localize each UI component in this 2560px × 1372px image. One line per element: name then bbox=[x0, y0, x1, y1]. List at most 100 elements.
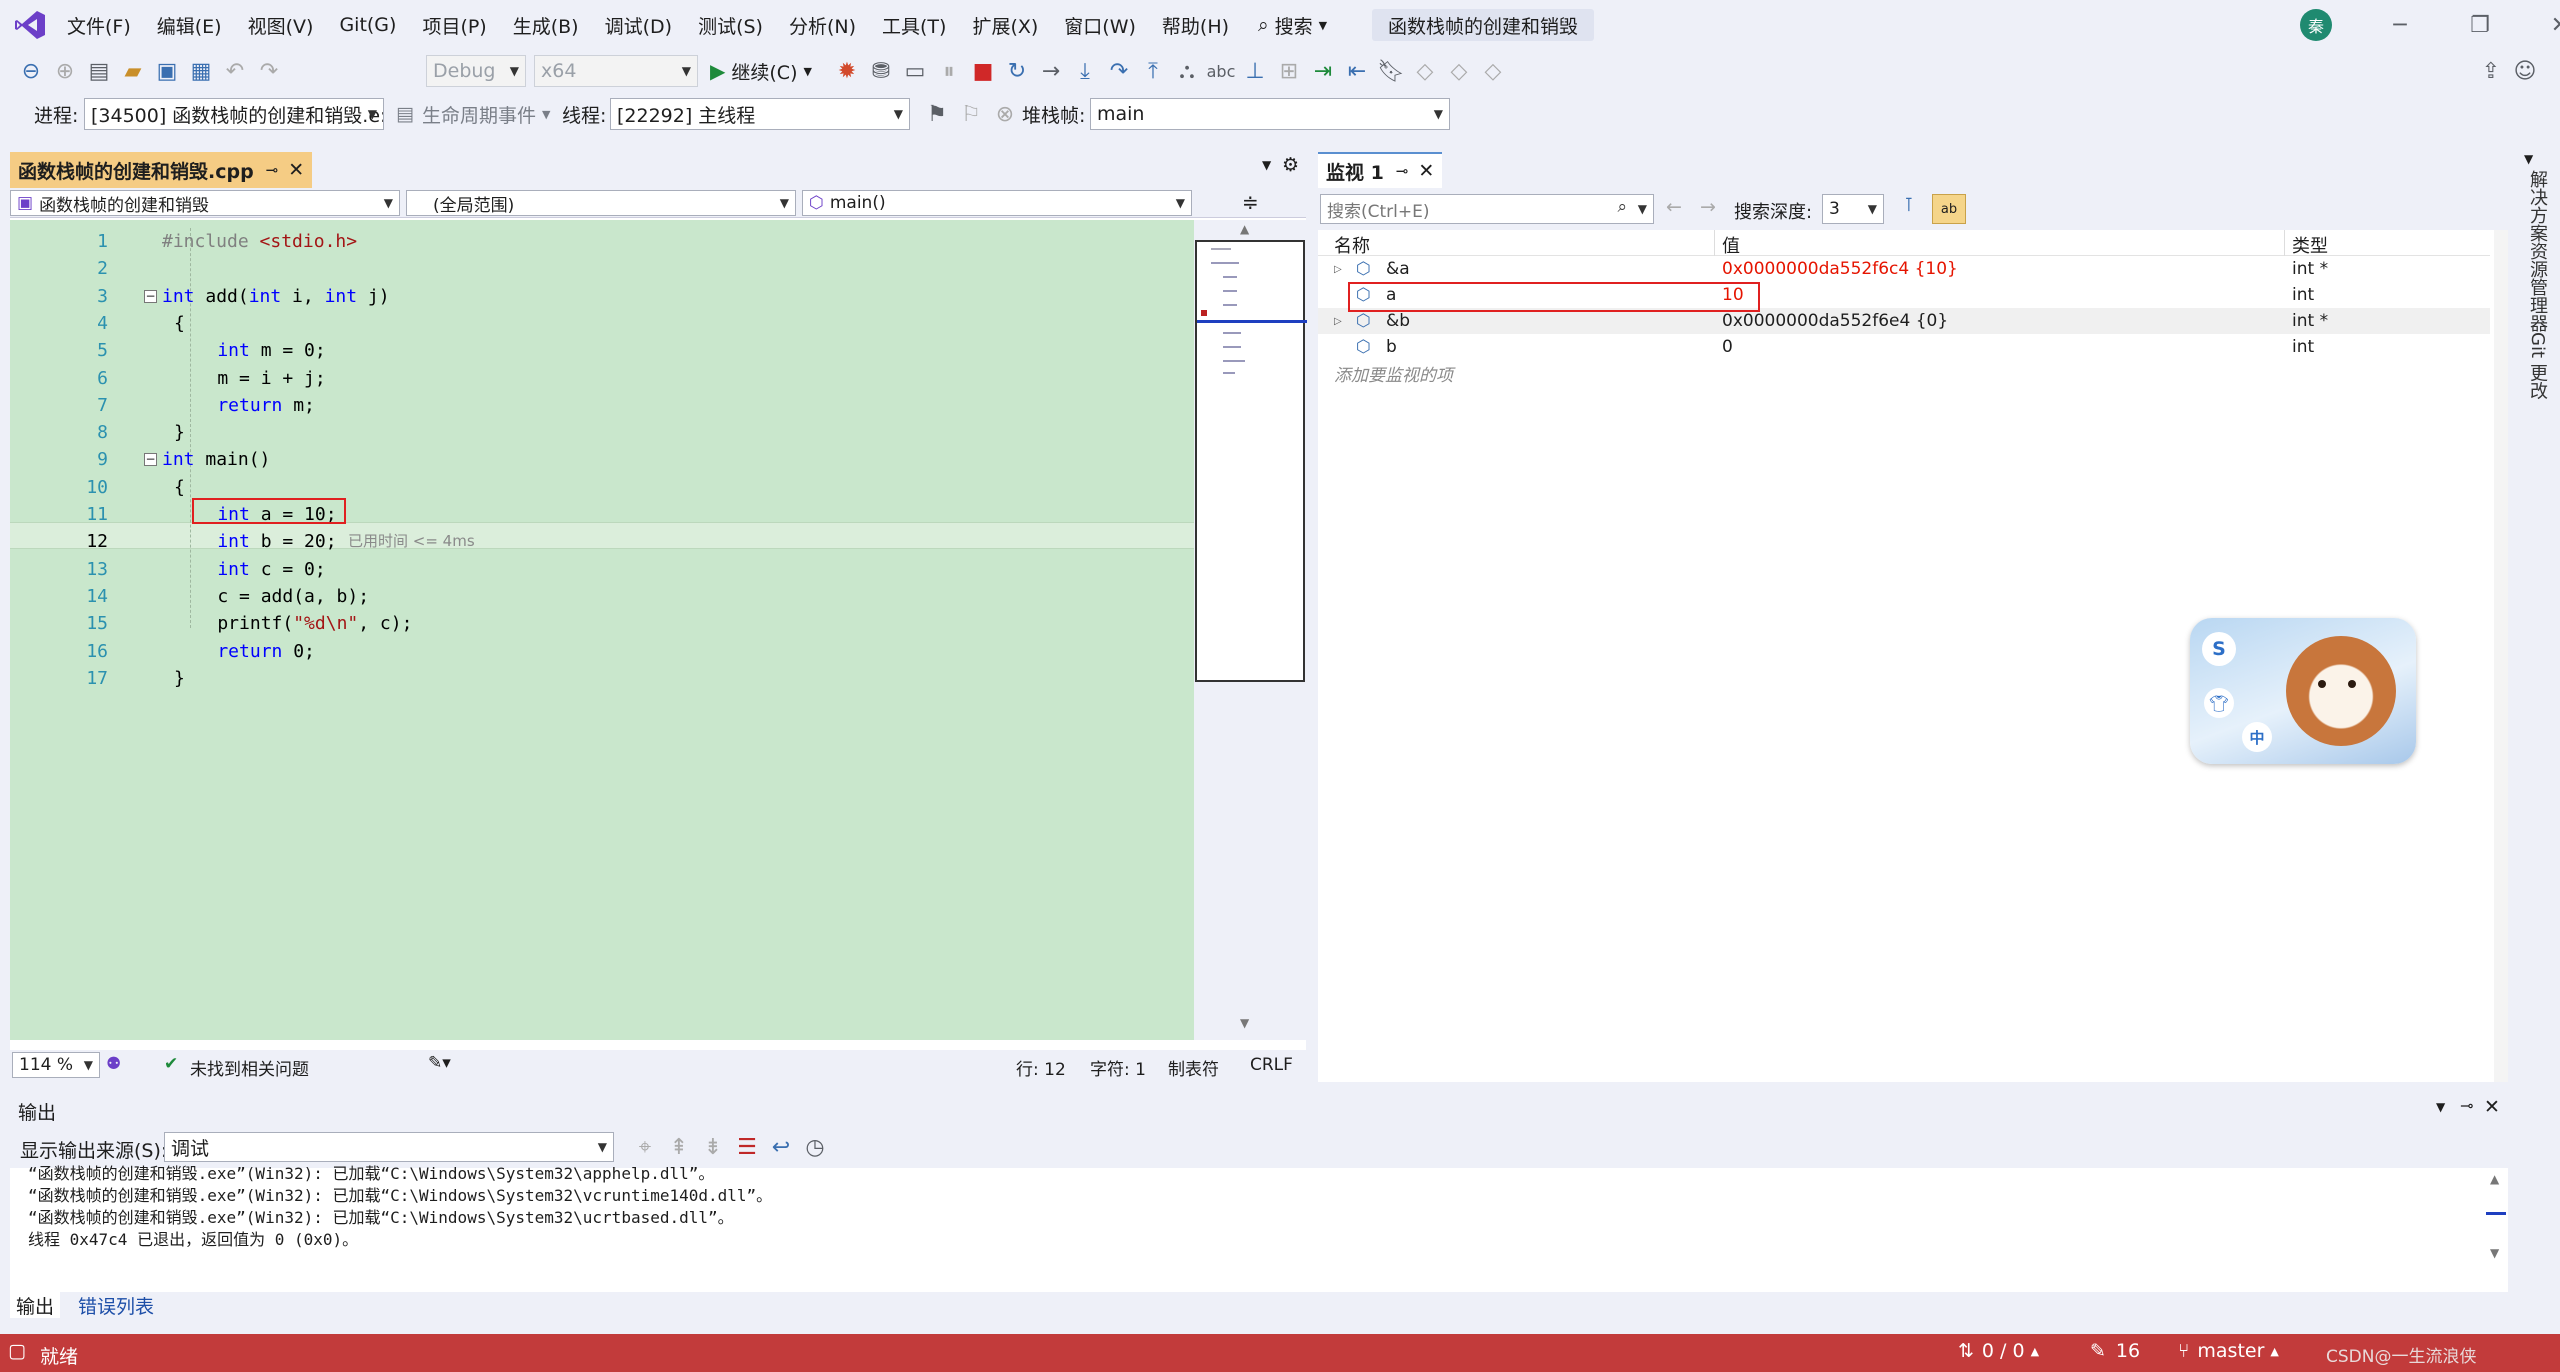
spellcheck-icon[interactable]: abc bbox=[1204, 54, 1238, 88]
menu-item[interactable]: 项目(P) bbox=[409, 0, 499, 50]
prev-message-icon[interactable]: ⇞ bbox=[662, 1130, 696, 1164]
watch-search-input[interactable]: 搜索(Ctrl+E) ⌕ ▼ bbox=[1320, 194, 1654, 224]
show-next-statement-icon[interactable]: → bbox=[1034, 54, 1068, 88]
menu-item[interactable]: 调试(D) bbox=[592, 0, 685, 50]
watch-value[interactable]: 0 bbox=[1722, 334, 1733, 360]
flag-icon[interactable]: ⚑ bbox=[920, 97, 954, 131]
copilot-icon[interactable]: ⚉ bbox=[106, 1054, 121, 1074]
menu-item[interactable]: 工具(T) bbox=[869, 0, 959, 50]
add-watch-row[interactable]: 添加要监视的项 bbox=[1318, 360, 2490, 386]
menu-item[interactable]: 扩展(X) bbox=[959, 0, 1051, 50]
solution-explorer-tab[interactable]: 解决方案资源管理器 bbox=[2524, 170, 2550, 332]
indent-mode[interactable]: 制表符 bbox=[1168, 1055, 1219, 1080]
output-tab[interactable]: 输出 bbox=[10, 1292, 61, 1318]
indent-icon[interactable]: ⇥ bbox=[1306, 54, 1340, 88]
stop-icon[interactable]: ■ bbox=[966, 54, 1000, 88]
feedback-icon[interactable]: ☺ bbox=[2508, 54, 2542, 88]
pin-icon[interactable]: ⊸ bbox=[2460, 1096, 2473, 1115]
close-icon[interactable]: ✕ bbox=[2484, 1096, 2500, 1118]
line-position[interactable]: 行: 12 bbox=[1016, 1055, 1066, 1080]
char-position[interactable]: 字符: 1 bbox=[1090, 1055, 1146, 1080]
watch-scrollbar[interactable] bbox=[2494, 230, 2508, 1082]
continue-button[interactable]: ▶ 继续(C) ▼ bbox=[710, 55, 812, 87]
show-flagged-icon[interactable]: ⊗ bbox=[988, 97, 1022, 131]
settings-gear-icon[interactable]: ⚙ bbox=[1282, 154, 1299, 176]
new-project-icon[interactable]: ▤ bbox=[82, 54, 116, 88]
scroll-up-icon[interactable]: ▲ bbox=[1240, 222, 1249, 236]
step-into-icon[interactable]: ⤓ bbox=[1068, 54, 1102, 88]
watch-row[interactable]: ⬡ b 0 int bbox=[1318, 334, 2490, 360]
code-cleanup-icon[interactable]: ✎▾ bbox=[428, 1053, 451, 1073]
fold-collapse-icon[interactable]: − bbox=[144, 289, 157, 303]
expand-icon[interactable]: ▷ bbox=[1334, 308, 1342, 334]
bookmark-prev-icon[interactable]: ◇ bbox=[1408, 54, 1442, 88]
search-back-icon[interactable]: ← bbox=[1666, 196, 1682, 218]
issues-status[interactable]: 未找到相关问题 bbox=[190, 1055, 309, 1080]
pin-source-icon[interactable]: ⊺ bbox=[1904, 194, 1914, 216]
search-forward-icon[interactable]: → bbox=[1700, 196, 1716, 218]
line-ending[interactable]: CRLF bbox=[1250, 1055, 1293, 1075]
hot-reload-icon[interactable]: ✹ bbox=[830, 54, 864, 88]
output-scrollbar[interactable]: ▲ ▼ bbox=[2484, 1168, 2508, 1296]
column-type[interactable]: 类型 bbox=[2292, 232, 2328, 258]
output-text-area[interactable]: “函数栈帧的创建和销毁.exe”(Win32): 已加载“C:\Windows\… bbox=[10, 1164, 2508, 1296]
function-select[interactable]: ⬡ main() ▼ bbox=[802, 190, 1192, 216]
redo-icon[interactable]: ↷ bbox=[252, 54, 286, 88]
search-depth-select[interactable]: 3 ▼ bbox=[1822, 194, 1884, 224]
timestamp-icon[interactable]: ◷ bbox=[798, 1130, 832, 1164]
project-select[interactable]: ▣ 函数栈帧的创建和销毁 ▼ bbox=[10, 190, 400, 216]
document-tab[interactable]: 函数栈帧的创建和销毁.cpp ⊸ ✕ bbox=[10, 152, 313, 188]
config-select[interactable]: Debug ▼ bbox=[426, 55, 526, 87]
restore-icon[interactable]: ❐ bbox=[2440, 8, 2520, 42]
watch-name[interactable]: &a bbox=[1386, 256, 1410, 282]
step-over-icon[interactable]: ↷ bbox=[1102, 54, 1136, 88]
toolbox-icon[interactable]: ⊥ bbox=[1238, 54, 1272, 88]
breakpoints-icon[interactable]: ⛬ bbox=[1170, 54, 1204, 88]
menu-item[interactable]: 视图(V) bbox=[235, 0, 327, 50]
minimap-viewport[interactable] bbox=[1195, 240, 1307, 682]
restart-icon[interactable]: ↻ bbox=[1000, 54, 1034, 88]
column-name[interactable]: 名称 bbox=[1334, 232, 1370, 258]
undo-icon[interactable]: ↶ bbox=[218, 54, 252, 88]
pin-icon[interactable]: ⊸ bbox=[1396, 162, 1409, 180]
menu-item[interactable]: 测试(S) bbox=[685, 0, 776, 50]
scroll-thumb[interactable] bbox=[2486, 1212, 2506, 1215]
expand-icon[interactable]: ▷ bbox=[1334, 256, 1342, 282]
watch-name[interactable]: b bbox=[1386, 334, 1397, 360]
menu-item[interactable]: Git(G) bbox=[326, 0, 409, 50]
code-area[interactable]: 1 2 3 4 5 6 7 8 9 10 11 12 13 14 15 16 17− − #include <std… bbox=[10, 220, 1194, 1040]
search-icon[interactable]: ⌕ bbox=[1617, 197, 1627, 217]
menu-item[interactable]: 文件(F) bbox=[54, 0, 144, 50]
zoom-select[interactable]: 114 % ▼ bbox=[12, 1052, 100, 1078]
open-folder-icon[interactable]: ▰ bbox=[116, 54, 150, 88]
share-icon[interactable]: ⇪ bbox=[2474, 54, 2508, 88]
pending-changes[interactable]: ✎ 16 bbox=[2090, 1340, 2140, 1362]
menu-item[interactable]: 窗口(W) bbox=[1051, 0, 1149, 50]
close-tab-icon[interactable]: ✕ bbox=[288, 159, 304, 181]
step-out-icon[interactable]: ⤒ bbox=[1136, 54, 1170, 88]
pin-icon[interactable]: ⊸ bbox=[266, 161, 279, 179]
diagnostic-icon[interactable]: ⛃ bbox=[864, 54, 898, 88]
search-button[interactable]: ⌕ 搜索 ▼ bbox=[1258, 9, 1327, 41]
chevron-down-icon[interactable]: ▼ bbox=[1638, 195, 1647, 223]
pause-icon[interactable]: ⏸ bbox=[932, 54, 966, 88]
flag-threads-icon[interactable]: ⚐ bbox=[954, 97, 988, 131]
tab-list-dropdown-icon[interactable]: ▼ bbox=[1262, 158, 1271, 172]
bookmark-clear-icon[interactable]: ◇ bbox=[1476, 54, 1510, 88]
watch-tab[interactable]: 监视 1 ⊸ ✕ bbox=[1318, 152, 1443, 188]
scroll-down-icon[interactable]: ▼ bbox=[1240, 1016, 1249, 1030]
stackframe-select[interactable]: main ▼ bbox=[1090, 98, 1450, 130]
watch-value[interactable]: 0x0000000da552f6c4 {10} bbox=[1722, 256, 1958, 282]
forward-icon[interactable]: ⊕ bbox=[48, 54, 82, 88]
next-message-icon[interactable]: ⇟ bbox=[696, 1130, 730, 1164]
column-divider[interactable] bbox=[2284, 230, 2285, 256]
scrollbar-minimap[interactable]: ▲ ▼ bbox=[1194, 220, 1307, 1040]
window-layout-icon[interactable]: ▭ bbox=[898, 54, 932, 88]
format-icon[interactable]: ⊞ bbox=[1272, 54, 1306, 88]
bookmark-icon[interactable]: 🔖︎ bbox=[1374, 54, 1408, 88]
platform-select[interactable]: x64 ▼ bbox=[534, 55, 698, 87]
chevron-down-icon[interactable]: ▼ bbox=[2524, 152, 2533, 166]
close-tab-icon[interactable]: ✕ bbox=[1418, 160, 1434, 182]
avatar[interactable]: 秦 bbox=[2300, 9, 2332, 41]
menu-item[interactable]: 生成(B) bbox=[500, 0, 592, 50]
